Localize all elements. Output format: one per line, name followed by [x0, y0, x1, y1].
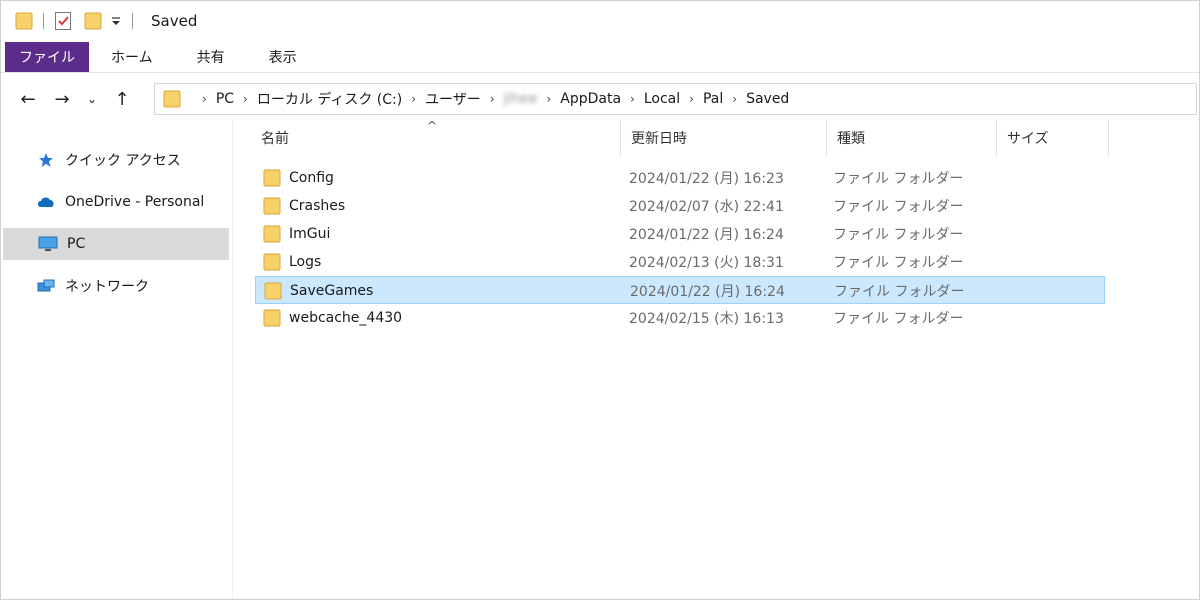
file-type: ファイル フォルダー [834, 284, 965, 300]
file-modified: 2024/01/22 (月) 16:24 [629, 227, 784, 243]
folder-icon [264, 281, 282, 301]
chevron-right-icon: › [243, 92, 248, 106]
chevron-right-icon: › [546, 92, 552, 106]
chevron-right-icon: › [732, 92, 738, 106]
folder-icon [263, 252, 281, 272]
column-header-label: 更新日時 [631, 131, 687, 147]
folder-icon [163, 89, 181, 109]
breadcrumb-pal[interactable]: Pal [703, 91, 723, 107]
file-name: Logs [289, 254, 322, 270]
file-name: webcache_4430 [289, 310, 403, 326]
table-row[interactable]: Logs 2024/02/13 (火) 18:31 ファイル フォルダー [255, 248, 1105, 276]
file-modified: 2024/02/13 (火) 18:31 [629, 255, 784, 271]
recent-locations-button[interactable]: ⌄ [79, 83, 105, 115]
file-modified: 2024/01/22 (月) 16:24 [630, 284, 785, 300]
forward-button[interactable]: → [45, 83, 79, 115]
folder-icon [263, 308, 281, 328]
window-title: Saved [151, 12, 198, 30]
sort-ascending-icon: ^ [427, 119, 438, 133]
breadcrumb-appdata[interactable]: AppData [560, 91, 621, 107]
column-header-row: 名前 ^ 更新日時 種類 サイズ [241, 119, 1111, 157]
table-row[interactable]: Config 2024/01/22 (月) 16:23 ファイル フォルダー [255, 164, 1105, 192]
breadcrumb-users[interactable]: ユーザー [425, 89, 481, 109]
star-icon [35, 152, 57, 168]
sidebar-item-pc[interactable]: PC [3, 228, 229, 260]
file-type: ファイル フォルダー [833, 255, 964, 271]
column-header-size[interactable]: サイズ [997, 119, 1109, 157]
breadcrumb-username[interactable]: jihee [504, 91, 538, 107]
breadcrumb-saved[interactable]: Saved [746, 91, 789, 107]
file-name: ImGui [289, 226, 331, 242]
file-name: Config [289, 170, 334, 186]
chevron-right-icon: › [411, 92, 416, 106]
explorer-window: Saved ファイル ホーム 共有 表示 ← → ⌄ ↑ › PC › ローカル… [0, 0, 1200, 600]
file-list: 名前 ^ 更新日時 種類 サイズ Config 2024/01/22 (月) 1… [241, 119, 1199, 599]
folder-icon[interactable] [15, 11, 33, 31]
ribbon-tabs: ファイル ホーム 共有 表示 [1, 41, 1199, 73]
tab-share[interactable]: 共有 [175, 41, 247, 72]
sidebar-item-label: ネットワーク [65, 279, 149, 295]
navigation-pane: クイック アクセス OneDrive - Personal PC ネットワーク [1, 119, 233, 599]
new-folder-icon[interactable] [84, 11, 102, 31]
file-modified: 2024/02/07 (水) 22:41 [629, 199, 784, 215]
folder-icon [263, 224, 281, 244]
file-type: ファイル フォルダー [833, 227, 964, 243]
tab-home[interactable]: ホーム [89, 41, 175, 72]
breadcrumb-local-disk[interactable]: ローカル ディスク (C:) [257, 89, 402, 109]
quick-access-divider [43, 13, 44, 29]
column-header-modified[interactable]: 更新日時 [621, 119, 827, 157]
file-type: ファイル フォルダー [833, 311, 964, 327]
customize-dropdown-icon[interactable] [110, 14, 122, 28]
properties-check-icon[interactable] [54, 11, 72, 31]
sidebar-item-label: OneDrive - Personal [65, 194, 205, 210]
chevron-right-icon: › [689, 92, 694, 106]
file-type: ファイル フォルダー [833, 171, 964, 187]
file-name: SaveGames [290, 283, 374, 299]
column-header-type[interactable]: 種類 [827, 119, 997, 157]
table-row[interactable]: Crashes 2024/02/07 (水) 22:41 ファイル フォルダー [255, 192, 1105, 220]
title-divider [132, 13, 133, 29]
chevron-right-icon: › [202, 92, 207, 106]
address-bar[interactable]: › PC › ローカル ディスク (C:) › ユーザー › jihee › A… [154, 83, 1197, 115]
chevron-right-icon: › [489, 92, 495, 106]
table-row[interactable]: webcache_4430 2024/02/15 (木) 16:13 ファイル … [255, 304, 1105, 332]
file-modified: 2024/02/15 (木) 16:13 [629, 311, 784, 327]
sidebar-item-quick-access[interactable]: クイック アクセス [1, 144, 229, 176]
breadcrumb-local[interactable]: Local [644, 91, 680, 107]
cloud-icon [35, 195, 57, 209]
monitor-icon [37, 236, 59, 252]
column-header-label: サイズ [1007, 131, 1049, 147]
file-type: ファイル フォルダー [833, 199, 964, 215]
column-header-label: 種類 [837, 131, 865, 147]
column-header-label: 名前 [261, 131, 289, 147]
back-button[interactable]: ← [11, 83, 45, 115]
sidebar-item-network[interactable]: ネットワーク [1, 270, 229, 302]
sidebar-item-onedrive[interactable]: OneDrive - Personal [1, 186, 229, 218]
table-row[interactable]: ImGui 2024/01/22 (月) 16:24 ファイル フォルダー [255, 220, 1105, 248]
tab-view[interactable]: 表示 [247, 41, 319, 72]
table-row-selected[interactable]: SaveGames 2024/01/22 (月) 16:24 ファイル フォルダ… [255, 276, 1105, 304]
breadcrumb-pc[interactable]: PC [216, 91, 234, 107]
up-button[interactable]: ↑ [105, 83, 139, 115]
tab-file[interactable]: ファイル [5, 42, 89, 72]
chevron-right-icon: › [630, 92, 635, 106]
sidebar-item-label: PC [67, 236, 86, 252]
folder-icon [263, 196, 281, 216]
sidebar-item-label: クイック アクセス [65, 153, 181, 169]
navigation-bar: ← → ⌄ ↑ › PC › ローカル ディスク (C:) › ユーザー › j… [1, 81, 1199, 117]
file-modified: 2024/01/22 (月) 16:23 [629, 171, 784, 187]
network-icon [35, 278, 57, 294]
file-name: Crashes [289, 198, 346, 214]
title-bar: Saved [1, 1, 1199, 41]
folder-icon [263, 168, 281, 188]
